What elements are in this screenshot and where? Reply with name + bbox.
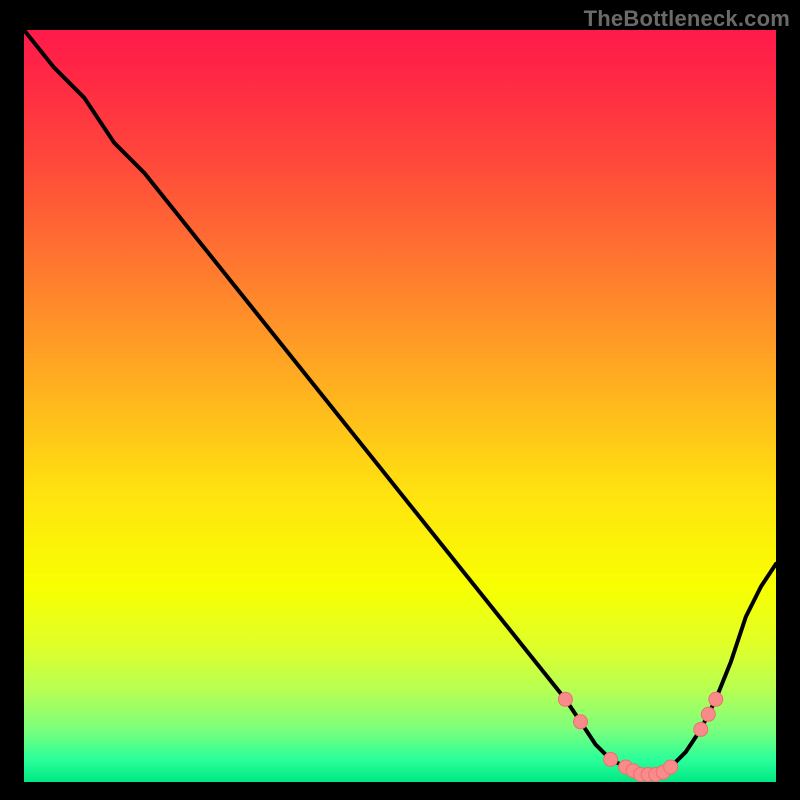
data-marker xyxy=(558,692,572,706)
plot-area xyxy=(24,30,776,782)
bottleneck-curve xyxy=(24,30,776,782)
curve-path xyxy=(24,30,776,775)
data-marker xyxy=(701,707,715,721)
data-marker xyxy=(604,752,618,766)
data-marker xyxy=(664,760,678,774)
data-marker xyxy=(574,715,588,729)
watermark: TheBottleneck.com xyxy=(584,6,790,32)
data-marker xyxy=(709,692,723,706)
data-marker xyxy=(694,722,708,736)
chart-frame: TheBottleneck.com xyxy=(0,0,800,800)
